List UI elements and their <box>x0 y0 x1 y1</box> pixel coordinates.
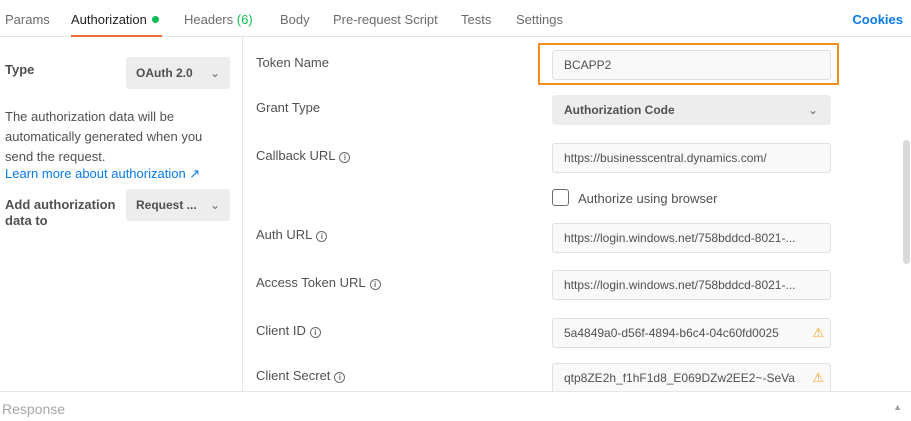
tab-authorization-label: Authorization <box>71 12 147 27</box>
auth-config-panel: Token Name BCAPP2 Grant Type Authorizati… <box>244 37 911 391</box>
auth-url-label: Auth URL i <box>256 227 328 242</box>
headers-count: (6) <box>236 12 253 27</box>
access-token-url-label: Access Token URL i <box>256 275 381 290</box>
client-id-label: Client ID i <box>256 323 321 338</box>
info-icon[interactable]: i <box>334 372 346 383</box>
auth-description: The authorization data will be automatic… <box>5 109 203 164</box>
tab-headers-label: Headers <box>184 12 234 27</box>
callback-url-label: Callback URL i <box>256 148 351 163</box>
warning-icon: ⚠ <box>809 364 824 391</box>
tab-body[interactable]: Body <box>280 12 310 27</box>
tab-pre-request-script[interactable]: Pre-request Script <box>333 12 438 27</box>
grant-type-select[interactable]: Authorization Code ⌄ <box>552 95 831 125</box>
client-id-label-text: Client ID <box>256 323 306 338</box>
info-icon[interactable]: i <box>316 231 328 242</box>
auth-type-select[interactable]: OAuth 2.0 ⌄ <box>126 57 230 89</box>
request-tabs: Params Authorization Headers (6) Body Pr… <box>0 0 911 37</box>
learn-more-link[interactable]: Learn more about authorization ↗ <box>5 166 200 182</box>
tab-params[interactable]: Params <box>5 12 50 27</box>
chevron-down-icon: ⌄ <box>209 198 220 212</box>
callback-url-label-text: Callback URL <box>256 148 336 163</box>
client-id-input[interactable]: 5a4849a0-d56f-4894-b6c4-04c60fd0025 ⚠ <box>552 318 831 348</box>
type-label: Type <box>5 62 35 77</box>
chevron-down-icon: ⌄ <box>807 103 818 117</box>
add-to-label: Add authorization data to <box>5 197 116 228</box>
grant-type-value: Authorization Code <box>564 103 675 117</box>
token-name-input[interactable]: BCAPP2 <box>552 50 831 80</box>
auth-type-panel: Type OAuth 2.0 ⌄ The authorization data … <box>0 37 243 391</box>
client-secret-input[interactable]: qtp8ZE2h_f1hF1d8_E069DZw2EE2~-SeVa ⚠ <box>552 363 831 391</box>
client-secret-label: Client Secret i <box>256 368 346 383</box>
client-secret-label-text: Client Secret <box>256 368 331 383</box>
add-to-select[interactable]: Request ... ⌄ <box>126 189 230 221</box>
access-token-url-input[interactable]: https://login.windows.net/758bddcd-8021-… <box>552 270 831 300</box>
info-icon[interactable]: i <box>339 152 351 163</box>
grant-type-label: Grant Type <box>256 100 321 115</box>
token-name-label: Token Name <box>256 55 329 70</box>
auth-type-value: OAuth 2.0 <box>136 66 193 80</box>
callback-url-input[interactable]: https://businesscentral.dynamics.com/ <box>552 143 831 173</box>
tab-settings[interactable]: Settings <box>516 12 563 27</box>
client-id-value: 5a4849a0-d56f-4894-b6c4-04c60fd0025 <box>564 326 779 340</box>
vertical-scrollbar[interactable] <box>903 140 910 264</box>
chevron-down-icon: ⌄ <box>209 66 220 80</box>
tab-tests[interactable]: Tests <box>461 12 491 27</box>
auth-url-label-text: Auth URL <box>256 227 313 242</box>
client-secret-value: qtp8ZE2h_f1hF1d8_E069DZw2EE2~-SeVa <box>564 371 795 385</box>
warning-icon: ⚠ <box>809 319 824 347</box>
tab-headers[interactable]: Headers (6) <box>184 12 253 27</box>
expand-up-icon[interactable]: ▲ <box>893 402 902 412</box>
cookies-link[interactable]: Cookies <box>852 12 903 27</box>
response-label: Response <box>2 401 66 417</box>
info-icon[interactable]: i <box>309 327 321 338</box>
authorize-browser-label: Authorize using browser <box>578 191 718 206</box>
tab-authorization[interactable]: Authorization <box>71 12 159 27</box>
info-icon[interactable]: i <box>369 279 381 290</box>
active-dot-icon <box>151 16 159 23</box>
response-pane-header[interactable]: Response ▲ <box>0 391 911 421</box>
add-to-value: Request ... <box>136 198 197 212</box>
access-token-url-label-text: Access Token URL <box>256 275 366 290</box>
auth-url-input[interactable]: https://login.windows.net/758bddcd-8021-… <box>552 223 831 253</box>
authorize-browser-checkbox[interactable] <box>552 189 569 206</box>
